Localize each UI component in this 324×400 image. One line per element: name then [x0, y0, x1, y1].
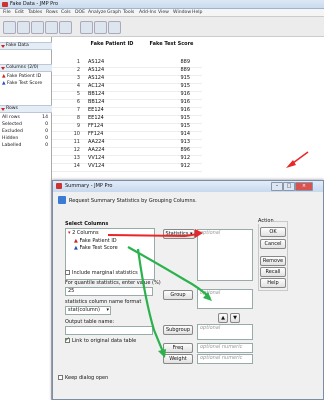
green-arrow-to-group: [127, 246, 212, 301]
red-arrow-to-statistics: [107, 229, 203, 238]
red-arrow-to-titlebar: [286, 151, 309, 168]
annotation-overlay: [107, 151, 309, 358]
